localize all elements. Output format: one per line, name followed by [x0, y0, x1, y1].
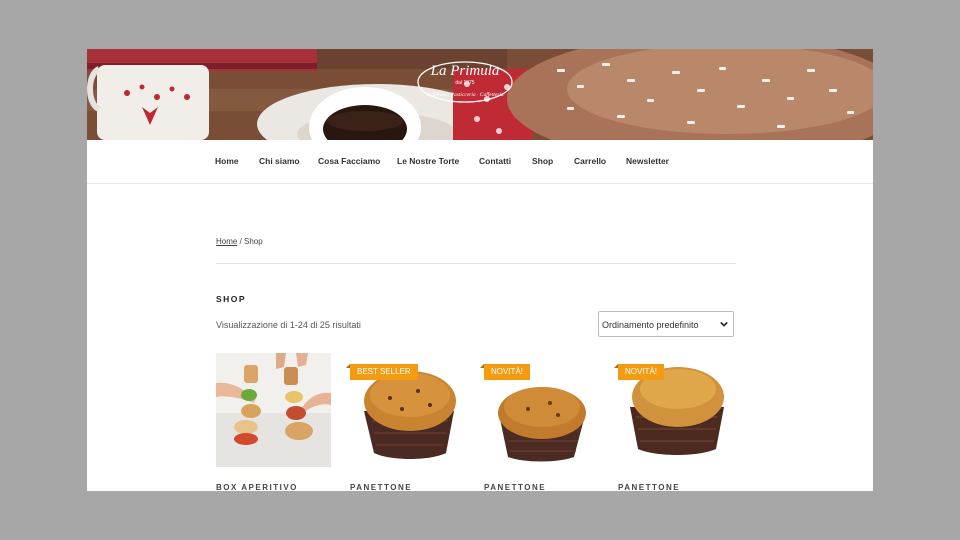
logo-tagline: Panificio · Pasticceria · Caffetteria — [426, 92, 504, 98]
orderby-select[interactable]: Ordinamento predefinito — [598, 311, 734, 337]
nav-contatti[interactable]: Contatti — [479, 156, 511, 166]
product-name[interactable]: PANETTONE — [350, 483, 412, 491]
product-card[interactable]: NOVITÀ! PANETTONE — [613, 353, 733, 491]
product-card[interactable]: NOVITÀ! PANETTONE — [479, 353, 599, 491]
breadcrumb-separator: / — [237, 237, 245, 246]
breadcrumb: Home / Shop — [216, 237, 263, 246]
nav-le-nostre-torte[interactable]: Le Nostre Torte — [397, 156, 459, 166]
product-name[interactable]: PANETTONE — [484, 483, 546, 491]
orderby-selected-value: Ordinamento predefinito — [602, 320, 699, 330]
product-badge: NOVITÀ! — [479, 364, 531, 380]
main-navigation: Home Chi siamo Cosa Facciamo Le Nostre T… — [87, 140, 873, 184]
product-image[interactable] — [216, 353, 331, 467]
logo[interactable]: La Primula dal 1975 Panificio · Pasticce… — [419, 63, 511, 100]
nav-chi-siamo[interactable]: Chi siamo — [259, 156, 300, 166]
breadcrumb-divider — [216, 263, 736, 264]
logo-text: La Primula — [430, 63, 500, 79]
nav-home[interactable]: Home — [215, 156, 239, 166]
product-badge: BEST SELLER — [346, 364, 418, 380]
product-card[interactable]: BEST SELLER PANETTONE — [346, 353, 465, 491]
product-badge: NOVITÀ! — [613, 364, 665, 380]
nav-newsletter[interactable]: Newsletter — [626, 156, 669, 166]
page-title: SHOP — [216, 294, 247, 304]
chevron-down-icon — [720, 321, 728, 327]
product-card[interactable]: BOX APERITIVO — [216, 353, 331, 491]
breadcrumb-current: Shop — [244, 237, 263, 246]
product-name[interactable]: PANETTONE — [618, 483, 680, 491]
nav-shop[interactable]: Shop — [532, 156, 553, 166]
logo-since: dal 1975 — [455, 80, 475, 86]
result-count: Visualizzazione di 1-24 di 25 risultati — [216, 320, 361, 330]
page: La Primula dal 1975 Panificio · Pasticce… — [87, 49, 873, 491]
breadcrumb-home-link[interactable]: Home — [216, 237, 237, 246]
header-banner: La Primula dal 1975 Panificio · Pasticce… — [87, 49, 873, 140]
nav-cosa-facciamo[interactable]: Cosa Facciamo — [318, 156, 380, 166]
product-name[interactable]: BOX APERITIVO — [216, 483, 298, 491]
nav-carrello[interactable]: Carrello — [574, 156, 606, 166]
